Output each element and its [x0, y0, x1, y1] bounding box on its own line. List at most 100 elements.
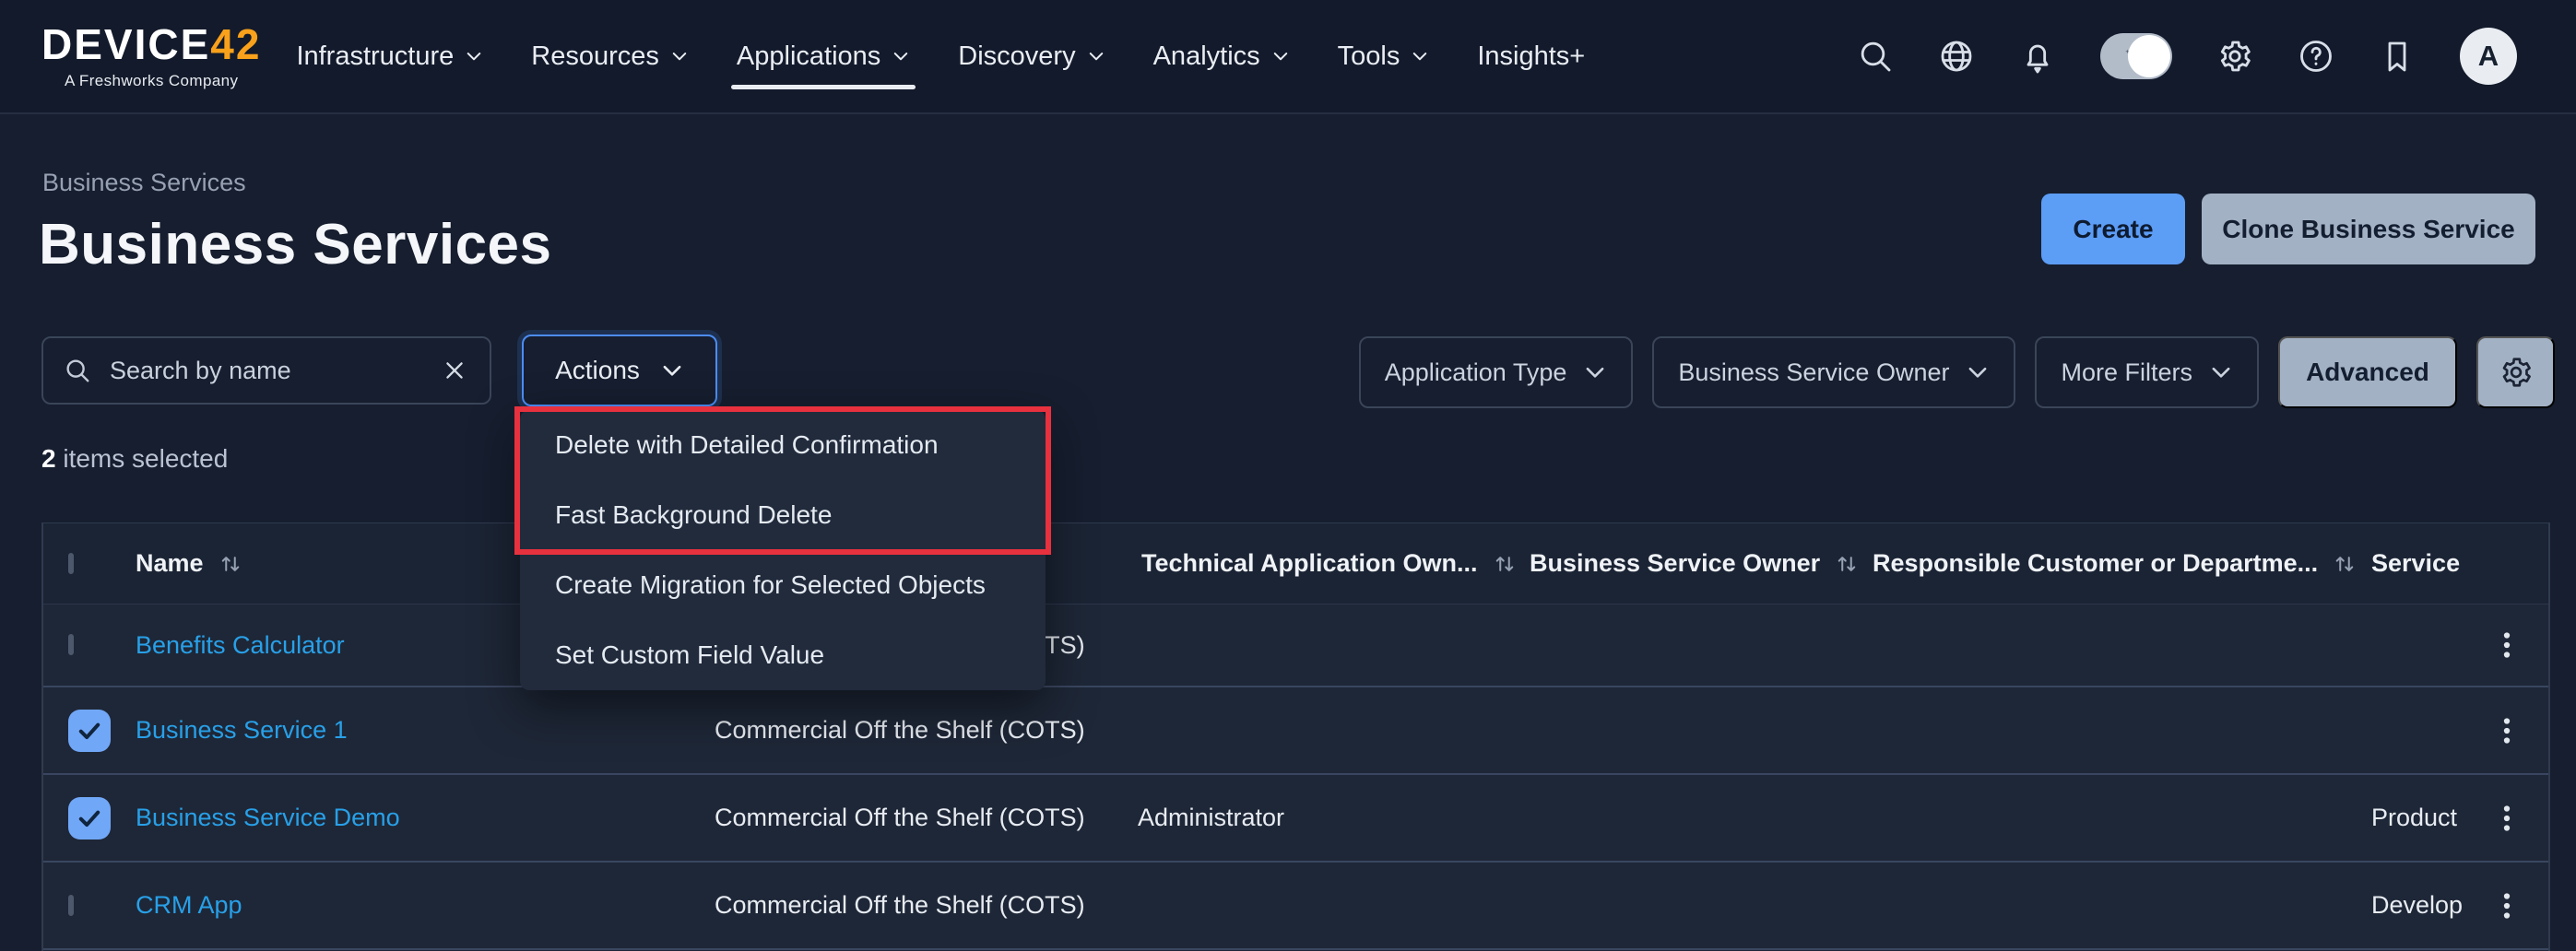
search-box[interactable] — [41, 336, 491, 405]
chevron-down-icon — [1411, 47, 1429, 65]
filter-label: Business Service Owner — [1678, 358, 1949, 387]
menu-item-create-migration-for-selected-objects[interactable]: Create Migration for Selected Objects — [520, 550, 1046, 620]
row-actions-kebab[interactable] — [2488, 710, 2525, 752]
chevron-down-icon — [1087, 47, 1105, 65]
row-actions-kebab[interactable] — [2488, 797, 2525, 839]
chevron-down-icon — [660, 358, 684, 382]
page-title: Business Services — [39, 212, 552, 277]
select-all-checkbox[interactable] — [68, 556, 74, 572]
search-icon — [64, 357, 91, 384]
toggle-knob — [2128, 35, 2170, 77]
kebab-menu-icon — [2490, 628, 2523, 662]
menu-item-delete-with-detailed-confirmation[interactable]: Delete with Detailed Confirmation — [520, 410, 1046, 480]
nav-label: Infrastructure — [296, 41, 454, 72]
chevron-down-icon — [670, 47, 689, 65]
row-name-link[interactable]: Benefits Calculator — [136, 605, 345, 686]
filter-label: Application Type — [1385, 358, 1567, 387]
logo-text: DEVICE42 — [41, 23, 261, 65]
nav-item-discovery[interactable]: Discovery — [958, 41, 1105, 72]
main-nav: Infrastructure Resources Applications Disco… — [296, 41, 1585, 72]
column-header-service: Service — [2371, 523, 2460, 604]
sort-icon — [1833, 550, 1861, 578]
nav-label: Tools — [1338, 41, 1400, 72]
row-checkbox[interactable] — [68, 710, 111, 752]
column-header-name[interactable]: Name — [136, 523, 244, 604]
breadcrumb[interactable]: Business Services — [42, 169, 246, 197]
selection-text: items selected — [63, 444, 228, 473]
row-checkbox[interactable] — [68, 898, 74, 914]
nav-item-applications[interactable]: Applications — [737, 41, 910, 72]
filter-more-filters[interactable]: More Filters — [2035, 336, 2259, 408]
nav-item-insights[interactable]: Insights+ — [1477, 41, 1585, 72]
filter-application-type[interactable]: Application Type — [1359, 336, 1634, 408]
create-button[interactable]: Create — [2041, 194, 2185, 264]
sort-icon — [217, 550, 244, 578]
user-avatar[interactable]: A — [2460, 28, 2517, 85]
advanced-filters-button[interactable]: Advanced — [2278, 336, 2457, 408]
header-buttons: Create Clone Business Service — [2041, 194, 2535, 264]
table-settings-button[interactable] — [2476, 336, 2555, 408]
table-header-row: Name Technical Application Own... Busine… — [43, 523, 2548, 605]
chevron-down-icon — [1966, 360, 1990, 384]
check-icon — [74, 715, 105, 746]
nav-label: Resources — [531, 41, 659, 72]
menu-item-set-custom-field-value[interactable]: Set Custom Field Value — [520, 620, 1046, 690]
row-checkbox[interactable] — [68, 637, 74, 653]
row-name-link[interactable]: CRM App — [136, 863, 242, 948]
row-actions-kebab[interactable] — [2488, 624, 2525, 666]
chevron-down-icon — [1271, 47, 1290, 65]
nav-item-infrastructure[interactable]: Infrastructure — [296, 41, 483, 72]
menu-item-fast-background-delete[interactable]: Fast Background Delete — [520, 480, 1046, 550]
topbar-icons: A — [1857, 28, 2517, 85]
nav-item-tools[interactable]: Tools — [1338, 41, 1430, 72]
cell-technical-owner: Administrator — [1138, 775, 1284, 861]
device42-logo[interactable]: DEVICE42 A Freshworks Company — [41, 23, 261, 90]
nav-label: Insights+ — [1477, 41, 1585, 72]
filter-bar: Application Type Business Service Owner Mo… — [1359, 336, 2555, 408]
actions-label: Actions — [555, 356, 640, 385]
actions-dropdown-button[interactable]: Actions — [522, 335, 717, 406]
chevron-down-icon — [892, 47, 910, 65]
row-checkbox[interactable] — [68, 797, 111, 839]
column-header-technical-owner[interactable]: Technical Application Own... — [1141, 523, 1518, 604]
globe-icon[interactable] — [1938, 38, 1975, 75]
top-navigation-bar: DEVICE42 A Freshworks Company Infrastruc… — [0, 0, 2576, 114]
theme-toggle[interactable] — [2100, 33, 2172, 79]
chevron-down-icon — [465, 47, 483, 65]
check-icon — [74, 803, 105, 834]
table-body: Benefits Calculator Commercial Off the S… — [43, 605, 2548, 950]
business-services-table: Name Technical Application Own... Busine… — [41, 522, 2550, 951]
clone-business-service-button[interactable]: Clone Business Service — [2202, 194, 2535, 264]
chevron-down-icon — [2209, 360, 2233, 384]
sort-icon — [1491, 550, 1518, 578]
selection-count: 2 — [41, 444, 56, 473]
nav-item-analytics[interactable]: Analytics — [1153, 41, 1290, 72]
actions-dropdown-menu: Delete with Detailed ConfirmationFast Ba… — [520, 410, 1046, 690]
row-name-link[interactable]: Business Service Demo — [136, 775, 400, 861]
notifications-icon[interactable] — [2019, 38, 2056, 75]
nav-label: Applications — [737, 41, 880, 72]
chevron-down-icon — [1583, 360, 1607, 384]
clear-search-icon[interactable] — [442, 358, 467, 383]
bookmark-icon[interactable] — [2379, 38, 2416, 75]
logo-tagline: A Freshworks Company — [65, 72, 238, 90]
column-header-business-service-owner[interactable]: Business Service Owner — [1530, 523, 1861, 604]
filter-label: More Filters — [2061, 358, 2192, 387]
selection-summary: 2 items selected — [41, 444, 228, 474]
nav-label: Discovery — [958, 41, 1075, 72]
help-icon[interactable] — [2298, 38, 2334, 75]
column-header-responsible-customer[interactable]: Responsible Customer or Departme... — [1873, 523, 2358, 604]
sort-icon — [2331, 550, 2358, 578]
cell-application-type: Commercial Off the Shelf (COTS) — [715, 687, 1085, 773]
search-icon[interactable] — [1857, 38, 1894, 75]
table-row: CRM App Commercial Off the Shelf (COTS) … — [43, 863, 2548, 950]
table-row: Benefits Calculator Commercial Off the S… — [43, 605, 2548, 687]
nav-item-resources[interactable]: Resources — [531, 41, 689, 72]
filter-business-service-owner[interactable]: Business Service Owner — [1652, 336, 2015, 408]
nav-label: Analytics — [1153, 41, 1260, 72]
row-name-link[interactable]: Business Service 1 — [136, 687, 348, 773]
row-actions-kebab[interactable] — [2488, 885, 2525, 927]
settings-icon[interactable] — [2216, 38, 2253, 75]
kebab-menu-icon — [2490, 802, 2523, 835]
search-input[interactable] — [110, 357, 423, 385]
